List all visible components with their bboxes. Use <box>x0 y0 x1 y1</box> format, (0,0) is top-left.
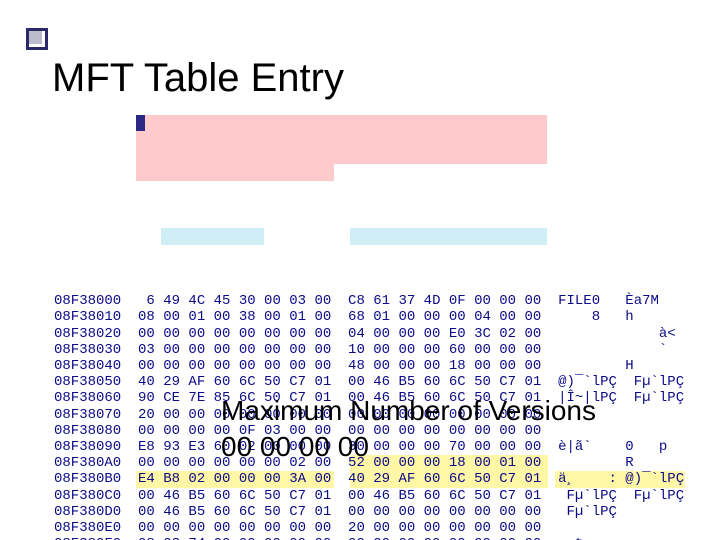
hex-dump: 08F38000 46 49 4C 45 30 00 03 00 C8 61 3… <box>54 115 693 540</box>
slide-bullet-fill <box>29 31 42 44</box>
annotation-text: Maximum Number of Versions 00 00 00 00 <box>221 393 596 465</box>
highlight-header-pink <box>136 115 547 164</box>
cursor-highlight <box>136 115 145 131</box>
highlight-header-pink-tail <box>136 164 334 181</box>
slide-title: MFT Table Entry <box>52 56 344 101</box>
highlight-versions-a <box>161 228 264 245</box>
annotation-line-2: 00 00 00 00 <box>221 429 596 465</box>
annotation-line-1: Maximum Number of Versions <box>221 393 596 429</box>
highlight-versions-b <box>350 228 547 245</box>
